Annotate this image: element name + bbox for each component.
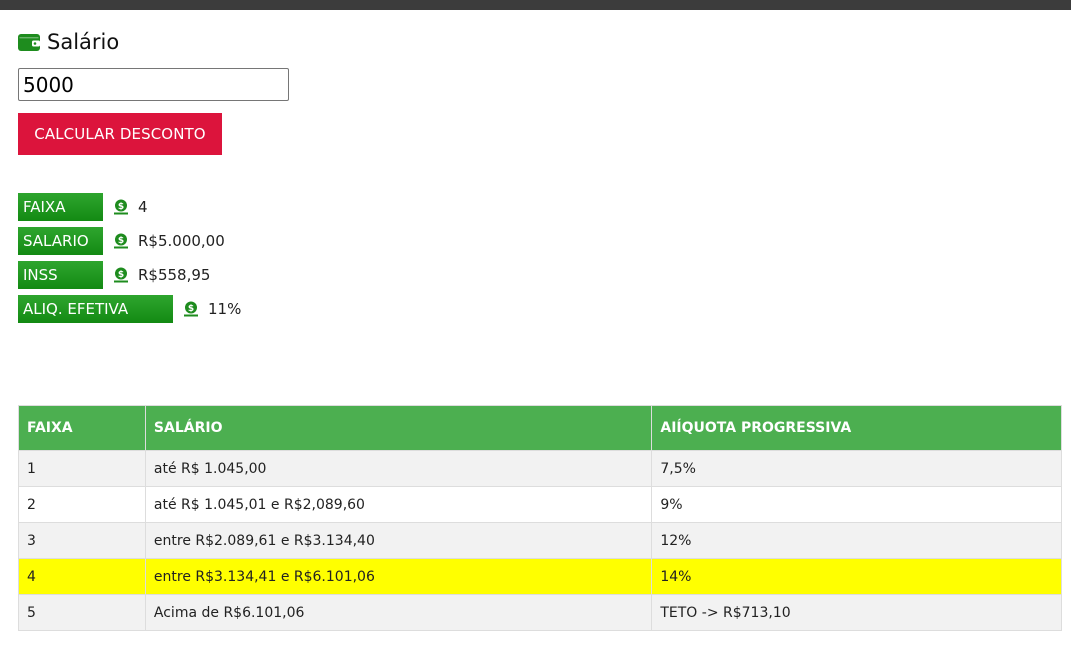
salary-title: Salário	[18, 30, 119, 54]
cell-salario: entre R$2.089,61 e R$3.134,40	[144, 522, 653, 559]
cell-faixa: 2	[18, 486, 146, 523]
summary-row-aliq-efetiva: ALIQ. EFETIVA $ 11%	[18, 295, 241, 323]
table-row-highlighted: 4 entre R$3.134,41 e R$6.101,06 14%	[18, 558, 1062, 595]
cell-salario: Acima de R$6.101,06	[144, 594, 653, 631]
salary-title-text: Salário	[47, 30, 120, 54]
summary-value-faixa: 4	[138, 198, 148, 216]
cell-aliquota: 12%	[651, 522, 1062, 559]
table-row: 5 Acima de R$6.101,06 TETO -> R$713,10	[18, 594, 1062, 631]
wallet-icon	[18, 33, 41, 52]
cell-aliquota: 9%	[651, 486, 1062, 523]
cell-aliquota: 7,5%	[651, 450, 1062, 487]
cell-aliquota: 14%	[651, 558, 1062, 595]
summary-label-inss: INSS	[18, 261, 103, 289]
money-hand-icon: $	[183, 301, 199, 317]
money-hand-icon: $	[113, 267, 129, 283]
cell-aliquota: TETO -> R$713,10	[651, 594, 1062, 631]
cell-faixa: 4	[18, 558, 146, 595]
calculate-discount-button[interactable]: CALCULAR DESCONTO	[18, 113, 222, 155]
column-header-salario: SALÁRIO	[144, 405, 653, 451]
money-hand-icon: $	[113, 199, 129, 215]
summary-label-salario: SALARIO	[18, 227, 103, 255]
summary-row-inss: INSS $ R$558,95	[18, 261, 210, 289]
cell-salario: até R$ 1.045,00	[144, 450, 653, 487]
svg-text:$: $	[118, 202, 124, 212]
column-header-faixa: FAIXA	[18, 405, 146, 451]
table-row: 3 entre R$2.089,61 e R$3.134,40 12%	[18, 522, 1062, 559]
summary-value-aliq-efetiva: 11%	[208, 300, 242, 318]
salary-input[interactable]	[18, 68, 289, 101]
faixas-table: FAIXA SALÁRIO AIÍQUOTA PROGRESSIVA 1 até…	[18, 405, 1062, 631]
cell-faixa: 5	[18, 594, 146, 631]
money-hand-icon: $	[113, 233, 129, 249]
cell-salario: entre R$3.134,41 e R$6.101,06	[144, 558, 653, 595]
summary-value-inss: R$558,95	[138, 266, 211, 284]
svg-text:$: $	[188, 304, 194, 314]
cell-faixa: 3	[18, 522, 146, 559]
table-row: 1 até R$ 1.045,00 7,5%	[18, 450, 1062, 487]
svg-text:$: $	[118, 270, 124, 280]
summary-row-faixa: FAIXA $ 4	[18, 193, 148, 221]
summary-row-salario: SALARIO $ R$5.000,00	[18, 227, 225, 255]
summary-label-faixa: FAIXA	[18, 193, 103, 221]
table-row: 2 até R$ 1.045,01 e R$2,089,60 9%	[18, 486, 1062, 523]
cell-faixa: 1	[18, 450, 146, 487]
summary-value-salario: R$5.000,00	[138, 232, 225, 250]
column-header-aliquota: AIÍQUOTA PROGRESSIVA	[651, 405, 1062, 451]
svg-text:$: $	[118, 236, 124, 246]
browser-top-bar	[0, 0, 1071, 10]
summary-label-aliq-efetiva: ALIQ. EFETIVA	[18, 295, 173, 323]
cell-salario: até R$ 1.045,01 e R$2,089,60	[144, 486, 653, 523]
table-header-row: FAIXA SALÁRIO AIÍQUOTA PROGRESSIVA	[18, 405, 1062, 451]
